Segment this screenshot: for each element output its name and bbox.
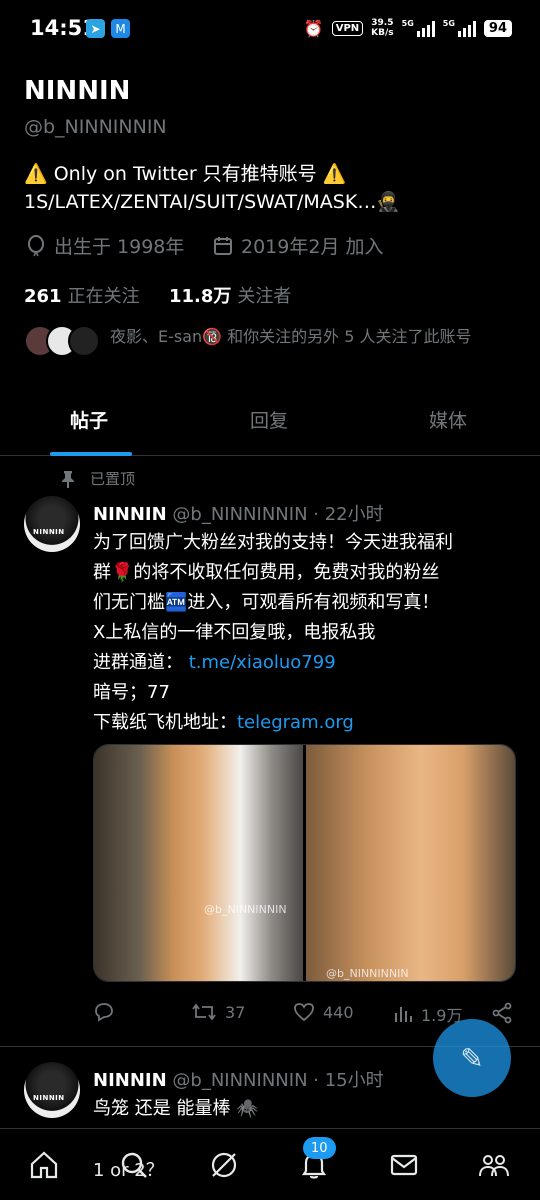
tab-media[interactable]: 媒体 xyxy=(429,406,467,433)
telegram-icon: ➤ xyxy=(86,19,105,38)
retweet-icon xyxy=(192,1003,216,1021)
tweet-text-partial: 1 or 2？ xyxy=(93,1160,164,1181)
pin-icon xyxy=(62,470,74,488)
communities-icon[interactable] xyxy=(476,1147,512,1183)
following-link[interactable]: 261 正在关注 xyxy=(24,282,140,308)
tweet-media[interactable]: @b_NINNINNIN @b_NINNINNIN xyxy=(93,744,516,982)
alarm-icon: ⏰ xyxy=(303,18,324,38)
battery-indicator: 94 xyxy=(483,19,512,37)
profile-handle: @b_NINNINNIN xyxy=(24,116,167,138)
tweet-handle-time: @b_NINNINNIN · 15小时 xyxy=(172,1070,384,1091)
mutual-followers-avatars[interactable] xyxy=(24,325,104,357)
tab-posts[interactable]: 帖子 xyxy=(70,406,108,433)
tweet-author-name[interactable]: NINNIN xyxy=(93,1070,167,1091)
download-link[interactable]: telegram.org xyxy=(237,712,354,733)
reply-icon xyxy=(95,1003,113,1022)
tab-replies[interactable]: 回复 xyxy=(250,406,288,433)
vpn-badge: VPN xyxy=(331,20,364,36)
messages-icon[interactable] xyxy=(386,1147,422,1183)
balloon-icon xyxy=(28,234,44,256)
share-icon xyxy=(492,1002,512,1024)
mail-app-icon: M xyxy=(111,19,130,38)
tweet-header: NINNIN @b_NINNINNIN · 15小时 xyxy=(93,1066,384,1092)
followers-link[interactable]: 11.8万 关注者 xyxy=(169,282,291,308)
profile-name: NINNIN xyxy=(24,76,131,106)
grok-icon[interactable] xyxy=(206,1147,242,1183)
tweet-header: NINNIN @b_NINNINNIN · 22小时 xyxy=(93,500,384,526)
group-link[interactable]: t.me/xiaoluo799 xyxy=(189,652,336,673)
media-image-1[interactable]: @b_NINNINNIN xyxy=(94,745,303,981)
notifications-badge: 10 xyxy=(303,1137,336,1159)
profile-bio: ⚠️ Only on Twitter 只有推特账号 ⚠️ 1S/LATEX/ZE… xyxy=(24,160,524,216)
bio-line: ⚠️ Only on Twitter 只有推特账号 ⚠️ xyxy=(24,163,347,185)
tweet-avatar[interactable]: NINNIN xyxy=(24,1062,80,1118)
tweet-text: 为了回馈广大粉丝对我的支持！今天进我福利 群🌹的将不收取任何费用，免费对我的粉丝… xyxy=(93,532,453,733)
bottom-navigation xyxy=(0,1128,540,1200)
heart-icon xyxy=(294,1003,314,1022)
bio-line: 1S/LATEX/ZENTAI/SUIT/SWAT/MASK…🥷 xyxy=(24,191,400,213)
profile-tabs: 帖子 回复 媒体 xyxy=(0,380,540,456)
feather-plus-icon: ✎ xyxy=(460,1041,484,1075)
views-icon xyxy=(395,1007,412,1022)
join-date: 2019年2月 加入 xyxy=(213,232,383,259)
home-icon[interactable] xyxy=(26,1147,62,1183)
reply-button[interactable] xyxy=(93,1002,115,1022)
signal-icon-2: 5G xyxy=(443,19,476,37)
tweet-avatar[interactable]: NINNIN xyxy=(24,496,80,552)
pinned-label: 已置顶 xyxy=(60,468,135,489)
views-button[interactable]: 1.9万 xyxy=(393,1002,462,1026)
status-bar: 14:51 ➤ M ⏰ VPN 39.5 KB/s 5G 5G 94 xyxy=(0,0,540,60)
tweet-text: 鸟笼 还是 能量棒 🕷️ xyxy=(93,1098,259,1119)
birth-info: 出生于 1998年 xyxy=(26,232,184,259)
followed-by-text[interactable]: 夜影、E-san🔞 和你关注的另外 5 人关注了此账号 xyxy=(110,323,472,347)
signal-icon: 5G xyxy=(402,19,435,37)
media-image-2[interactable]: @b_NINNINNIN xyxy=(306,745,515,981)
compose-button[interactable]: ✎ xyxy=(433,1019,511,1097)
tweet-author-name[interactable]: NINNIN xyxy=(93,504,167,525)
avatar xyxy=(68,325,100,357)
status-indicators: ⏰ VPN 39.5 KB/s 5G 5G 94 xyxy=(304,18,512,38)
like-button[interactable]: 440 xyxy=(293,1002,354,1022)
network-speed: 39.5 KB/s xyxy=(371,18,394,38)
active-tab-indicator xyxy=(50,452,132,456)
retweet-button[interactable]: 37 xyxy=(191,1002,245,1022)
tweet-handle-time: @b_NINNINNIN · 22小时 xyxy=(172,504,384,525)
share-button[interactable] xyxy=(491,1002,513,1024)
calendar-icon xyxy=(214,236,232,255)
